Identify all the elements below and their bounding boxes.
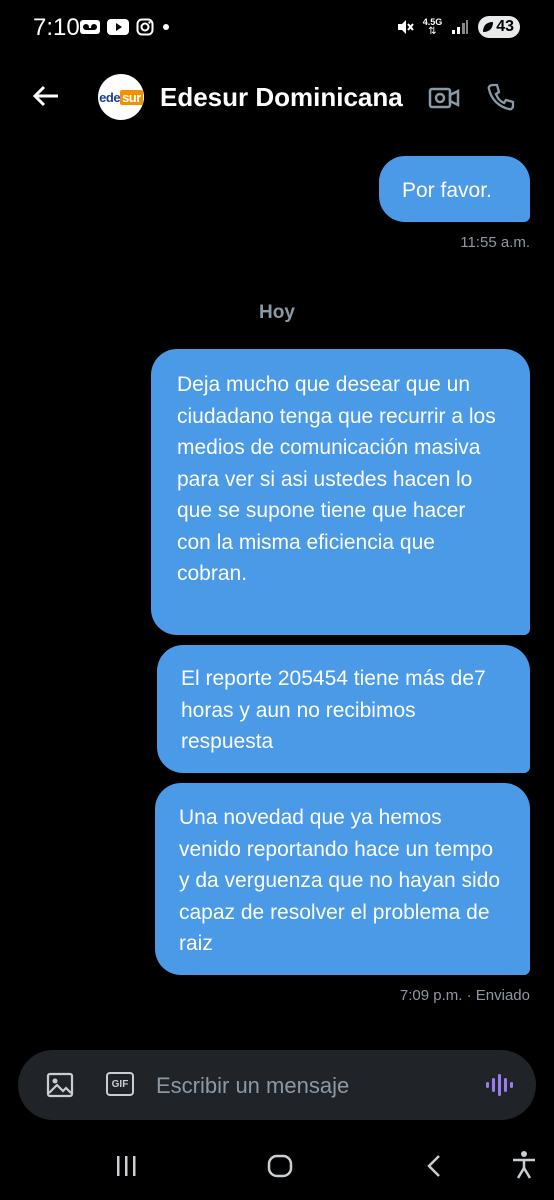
dot-icon: [163, 24, 169, 30]
battery-level: 43: [496, 18, 514, 35]
back-arrow-icon[interactable]: [30, 80, 62, 112]
home-icon[interactable]: [267, 1154, 293, 1178]
avatar-logo-text-2: sur: [120, 89, 143, 105]
message-timestamp: 11:55 a.m.: [460, 234, 530, 251]
mute-icon: [397, 20, 414, 34]
message-bubble[interactable]: Una novedad que ya hemos venido reportan…: [155, 783, 530, 975]
accessibility-icon[interactable]: [510, 1150, 538, 1180]
image-icon[interactable]: [46, 1072, 74, 1098]
message-composer: GIF: [18, 1050, 536, 1120]
status-bar: 7:10 4.5G ⇅ 43: [0, 0, 554, 60]
avatar-logo-text-1: ede: [99, 89, 121, 105]
data-arrows-icon: ⇅: [428, 26, 437, 37]
signal-icon: [452, 20, 469, 34]
conversation-title[interactable]: Edesur Dominicana: [160, 82, 408, 113]
day-separator: Hoy: [259, 302, 295, 323]
system-navigation-bar: [0, 1130, 554, 1200]
battery-icon: 43: [478, 16, 520, 38]
phone-icon[interactable]: [486, 82, 516, 112]
network-indicator: 4.5G ⇅: [423, 18, 443, 37]
back-nav-icon[interactable]: [425, 1154, 443, 1178]
status-time: 7:10: [33, 14, 80, 41]
gif-button[interactable]: GIF: [106, 1072, 134, 1096]
recent-apps-icon[interactable]: [114, 1154, 138, 1178]
avatar[interactable]: ede sur: [98, 74, 144, 120]
system-icons: 4.5G ⇅ 43: [396, 16, 520, 38]
youtube-icon: [107, 19, 129, 35]
message-bubble[interactable]: Por favor.: [379, 156, 530, 222]
message-bubble[interactable]: Deja mucho que desear que un ciudadano t…: [151, 349, 530, 635]
instagram-icon: [136, 18, 154, 36]
leaf-icon: [483, 22, 494, 32]
message-status: 7:09 p.m. · Enviado: [399, 987, 530, 1004]
notification-icons: [80, 18, 171, 36]
message-bubble[interactable]: El reporte 205454 tiene más de7 horas y …: [157, 645, 530, 773]
conversation-header: ede sur Edesur Dominicana: [0, 62, 554, 132]
video-call-icon[interactable]: [428, 84, 460, 112]
message-input[interactable]: [154, 1066, 458, 1106]
voice-message-icon[interactable]: [484, 1072, 514, 1098]
voicemail-icon: [80, 20, 100, 34]
